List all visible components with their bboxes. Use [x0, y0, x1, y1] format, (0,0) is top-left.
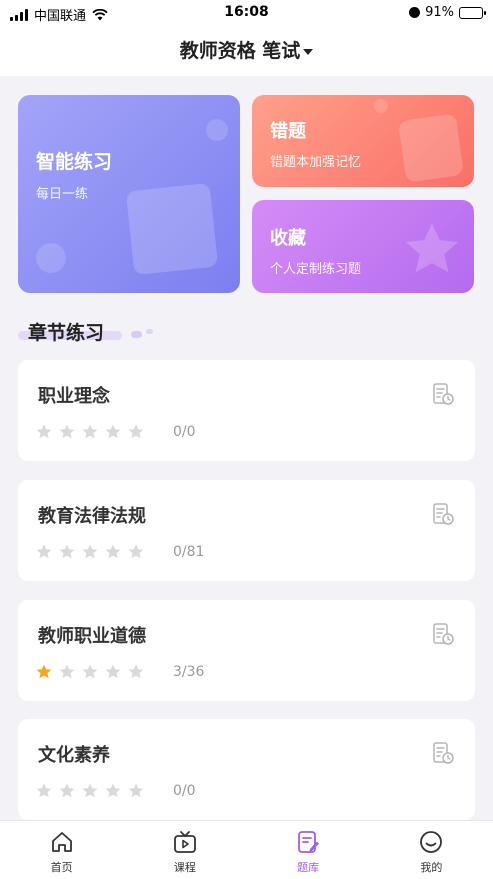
tab-question-bank-label: 题库	[297, 861, 320, 874]
page-header: 教师资格 笔试	[0, 28, 493, 76]
notebook-decor-icon	[397, 113, 465, 183]
chapter-progress: 0/81	[173, 544, 205, 560]
chapter-name: 教师职业道德	[38, 626, 146, 647]
smart-practice-card[interactable]: 智能练习 每日一练	[18, 95, 240, 293]
tab-profile-label: 我的	[420, 861, 443, 874]
chapter-progress: 0/0	[173, 424, 196, 440]
smile-icon	[420, 831, 443, 853]
chapter-card[interactable]: 文化素养 0/0	[18, 719, 475, 820]
star-rating	[35, 782, 145, 800]
tab-bar: 首页 课程 题库 我的	[0, 820, 493, 879]
smart-practice-title: 智能练习	[36, 151, 113, 173]
edit-note-icon	[298, 831, 320, 853]
tab-courses-label: 课程	[173, 861, 196, 874]
star-icon	[128, 424, 144, 439]
chapter-card[interactable]: 教师职业道德 3/36	[18, 600, 475, 701]
status-right: 91%	[409, 5, 486, 20]
star-rating	[35, 543, 145, 561]
tab-home[interactable]: 首页	[0, 821, 123, 879]
star-icon	[105, 783, 121, 798]
status-bar: 中国联通 16:08 91%	[0, 0, 493, 28]
star-icon	[105, 544, 121, 559]
chapter-progress: 3/36	[173, 664, 205, 680]
exam-selector[interactable]: 教师资格 笔试	[0, 28, 493, 74]
smart-practice-subtitle: 每日一练	[36, 187, 89, 202]
battery-icon	[459, 6, 486, 19]
section-title: 章节练习	[28, 322, 105, 344]
star-icon	[36, 544, 52, 559]
star-icon	[128, 783, 144, 798]
alarm-icon	[409, 7, 421, 18]
tab-courses[interactable]: 课程	[123, 821, 246, 879]
favorites-subtitle: 个人定制练习题	[270, 262, 362, 277]
star-icon	[82, 544, 98, 559]
home-icon	[51, 832, 72, 852]
star-rating	[35, 663, 145, 681]
star-icon	[36, 424, 52, 439]
star-icon	[36, 783, 52, 798]
chapter-card[interactable]: 教育法律法规 0/81	[18, 480, 475, 581]
tab-profile[interactable]: 我的	[370, 821, 493, 879]
star-rating	[35, 423, 145, 441]
book-decor-icon	[125, 182, 219, 276]
decor-dot	[131, 331, 142, 338]
star-icon	[82, 424, 98, 439]
chapter-card[interactable]: 职业理念 0/0	[18, 360, 475, 461]
star-icon	[59, 424, 75, 439]
document-clock-icon[interactable]	[431, 741, 455, 765]
tv-play-icon	[173, 831, 196, 853]
star-icon	[105, 664, 121, 679]
star-icon	[82, 664, 98, 679]
star-icon	[59, 783, 75, 798]
tab-home-label: 首页	[50, 861, 73, 874]
decor-circle	[206, 119, 228, 141]
chapter-progress: 0/0	[173, 783, 196, 799]
chapter-name: 教育法律法规	[38, 506, 146, 527]
decor-dot	[146, 329, 153, 334]
star-icon	[82, 783, 98, 798]
tab-question-bank[interactable]: 题库	[247, 821, 370, 879]
star-icon	[128, 664, 144, 679]
star-icon	[59, 544, 75, 559]
page-title: 教师资格 笔试	[179, 40, 301, 62]
decor-circle	[36, 243, 66, 273]
favorites-card[interactable]: 收藏 个人定制练习题	[252, 200, 474, 293]
wrong-questions-card[interactable]: 错题 错题本加强记忆	[252, 95, 474, 187]
battery-percent: 91%	[425, 5, 454, 20]
favorites-title: 收藏	[270, 228, 306, 249]
wrong-questions-subtitle: 错题本加强记忆	[270, 155, 362, 170]
document-clock-icon[interactable]	[431, 382, 455, 406]
decor-circle	[374, 99, 388, 113]
chapter-name: 文化素养	[38, 745, 110, 766]
star-decor-icon	[405, 223, 459, 273]
star-icon	[59, 664, 75, 679]
star-icon	[36, 664, 52, 679]
star-icon	[128, 544, 144, 559]
star-icon	[105, 424, 121, 439]
document-clock-icon[interactable]	[431, 502, 455, 526]
document-clock-icon[interactable]	[431, 622, 455, 646]
caret-down-icon	[303, 48, 314, 55]
chapter-name: 职业理念	[38, 386, 110, 407]
wrong-questions-title: 错题	[270, 121, 306, 142]
